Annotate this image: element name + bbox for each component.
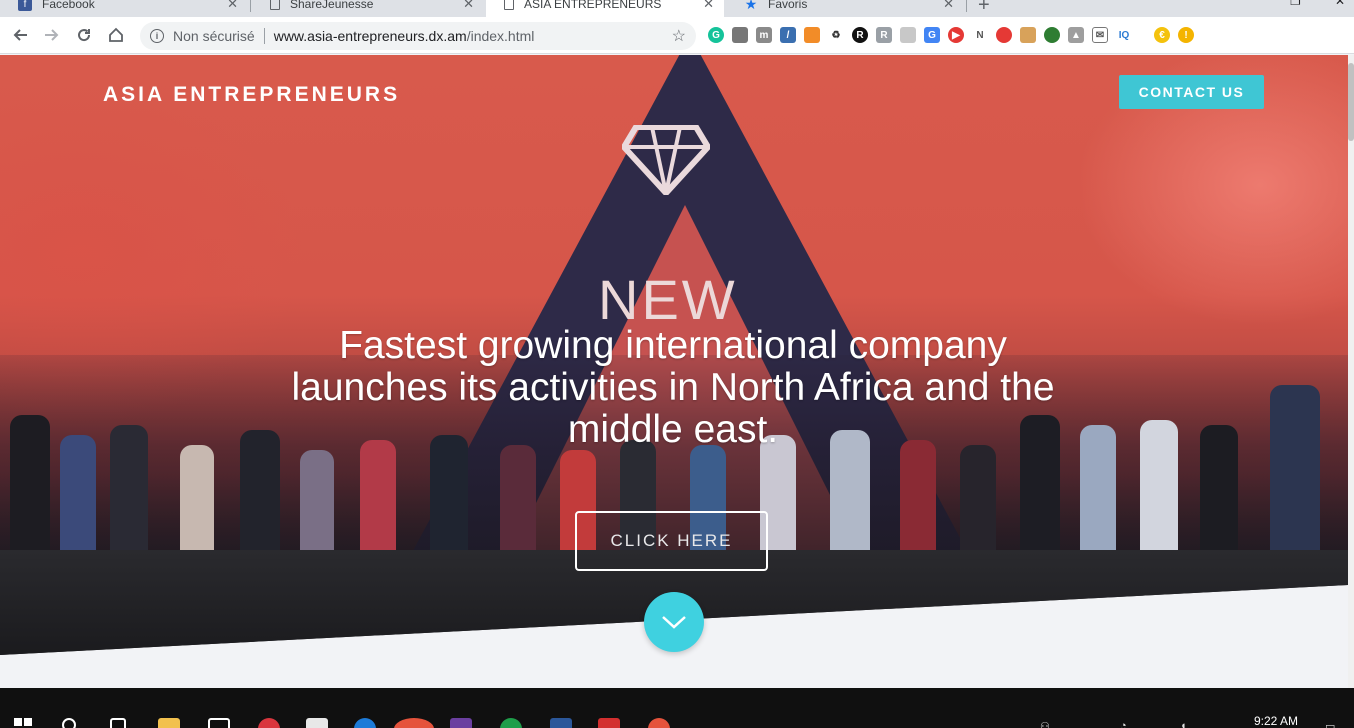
globe-icon[interactable]: [1044, 27, 1060, 43]
tab-separator: [250, 0, 251, 12]
app-icon[interactable]: [648, 718, 670, 728]
chrome-icon[interactable]: [394, 718, 434, 728]
app-icon[interactable]: [306, 718, 328, 728]
drive-icon[interactable]: ▲: [1068, 27, 1084, 43]
tab-separator: [966, 0, 967, 12]
volume-icon[interactable]: ◖: [1180, 720, 1187, 728]
forward-icon[interactable]: [42, 25, 62, 45]
app-icon[interactable]: [598, 718, 620, 728]
web-page: NEW ASIA ENTREPRENEURS CONTACT US Fastes…: [0, 55, 1354, 688]
tab-facebook[interactable]: f Facebook ✕: [0, 0, 248, 17]
address-bar[interactable]: i Non sécurisé www.asia-entrepreneurs.dx…: [140, 22, 696, 50]
tab-asia-entrepreneurs[interactable]: ASIA ENTREPRENEURS ✕: [486, 0, 724, 17]
tab-title: ASIA ENTREPRENEURS: [524, 0, 662, 11]
close-icon[interactable]: ✕: [703, 0, 714, 12]
info-icon[interactable]: i: [150, 29, 164, 43]
mail-icon[interactable]: ✉: [1092, 27, 1108, 43]
diamond-logo-icon: [622, 125, 710, 195]
home-icon[interactable]: [106, 25, 126, 45]
close-icon[interactable]: ✕: [227, 0, 238, 12]
close-icon[interactable]: ✕: [463, 0, 474, 12]
notifications-icon[interactable]: ▭: [1325, 720, 1335, 728]
app-icon[interactable]: [450, 718, 472, 728]
app-icon[interactable]: [258, 718, 280, 728]
nt-icon[interactable]: N: [972, 27, 988, 43]
play-icon[interactable]: ▶: [948, 27, 964, 43]
close-icon[interactable]: ✕: [943, 0, 954, 12]
alert-icon[interactable]: !: [1178, 27, 1194, 43]
search-icon[interactable]: [62, 718, 76, 728]
page-scrollbar[interactable]: [1348, 55, 1354, 688]
coin-icon[interactable]: €: [1154, 27, 1170, 43]
network-icon[interactable]: ◔: [1120, 720, 1127, 728]
person-icon[interactable]: ⚇: [1040, 720, 1050, 728]
windows-start-icon[interactable]: [14, 718, 36, 728]
trash-icon[interactable]: [996, 27, 1012, 43]
grammarly-icon[interactable]: G: [708, 27, 724, 43]
url-path: /index.html: [466, 28, 535, 44]
facebook-icon: f: [18, 0, 32, 11]
click-here-button[interactable]: CLICK HERE: [575, 511, 768, 571]
reload-icon[interactable]: [74, 25, 94, 45]
store-icon[interactable]: [208, 718, 230, 728]
extensions-bar: G m / ♻ R R G ▶ N ▲ ✉ IQ € !: [708, 25, 1202, 45]
task-view-icon[interactable]: [110, 718, 126, 728]
rating-icon[interactable]: R: [876, 27, 892, 43]
chat-icon[interactable]: [900, 27, 916, 43]
archive-icon[interactable]: m: [756, 27, 772, 43]
word-icon[interactable]: [550, 718, 572, 728]
taskbar-clock[interactable]: 9:22 AM: [1254, 714, 1298, 728]
translate-icon[interactable]: G: [924, 27, 940, 43]
chevron-down-icon: [662, 616, 686, 629]
divider: [263, 28, 265, 44]
contact-us-button[interactable]: CONTACT US: [1119, 75, 1264, 109]
close-window-icon[interactable]: ✕: [1335, 0, 1345, 8]
monitor-icon[interactable]: [732, 27, 748, 43]
star-icon: ★: [744, 0, 758, 12]
browser-toolbar: i Non sécurisé www.asia-entrepreneurs.dx…: [0, 17, 1354, 54]
tab-sharejeunesse[interactable]: ShareJeunesse ✕: [252, 0, 484, 17]
back-icon[interactable]: [10, 25, 30, 45]
app-icon[interactable]: [354, 718, 376, 728]
site-brand[interactable]: ASIA ENTREPRENEURS: [103, 83, 400, 107]
hero-sign-text: NEW: [598, 268, 738, 331]
tab-favoris[interactable]: ★ Favoris ✕: [726, 0, 964, 17]
page-icon: [270, 0, 280, 10]
scrollbar-thumb[interactable]: [1348, 63, 1354, 141]
security-label: Non sécurisé: [173, 28, 255, 44]
calendar-icon[interactable]: [1020, 27, 1036, 43]
eyedropper-icon[interactable]: /: [780, 27, 796, 43]
scroll-down-button[interactable]: [644, 592, 704, 652]
iq-icon[interactable]: IQ: [1116, 27, 1132, 43]
tab-title: Facebook: [42, 0, 95, 11]
r-icon[interactable]: R: [852, 27, 868, 43]
tab-title: ShareJeunesse: [290, 0, 374, 11]
tab-strip: f Facebook ✕ ShareJeunesse ✕ ASIA ENTREP…: [0, 0, 1354, 17]
restore-window-icon[interactable]: ❐: [1290, 0, 1301, 8]
hero-headline: Fastest growing international company la…: [291, 324, 1055, 451]
banner-icon[interactable]: [804, 27, 820, 43]
bookmark-star-icon[interactable]: ☆: [672, 26, 686, 46]
windows-taskbar: ⚇ ◔ ◖ 9:22 AM ▭: [0, 688, 1354, 728]
page-icon: [504, 0, 514, 10]
url-host: www.asia-entrepreneurs.dx.am: [273, 28, 467, 44]
recycle-icon[interactable]: ♻: [828, 27, 844, 43]
new-tab-button[interactable]: +: [978, 0, 990, 17]
file-explorer-icon[interactable]: [158, 718, 180, 728]
app-icon[interactable]: [500, 718, 522, 728]
tab-title: Favoris: [768, 0, 808, 11]
